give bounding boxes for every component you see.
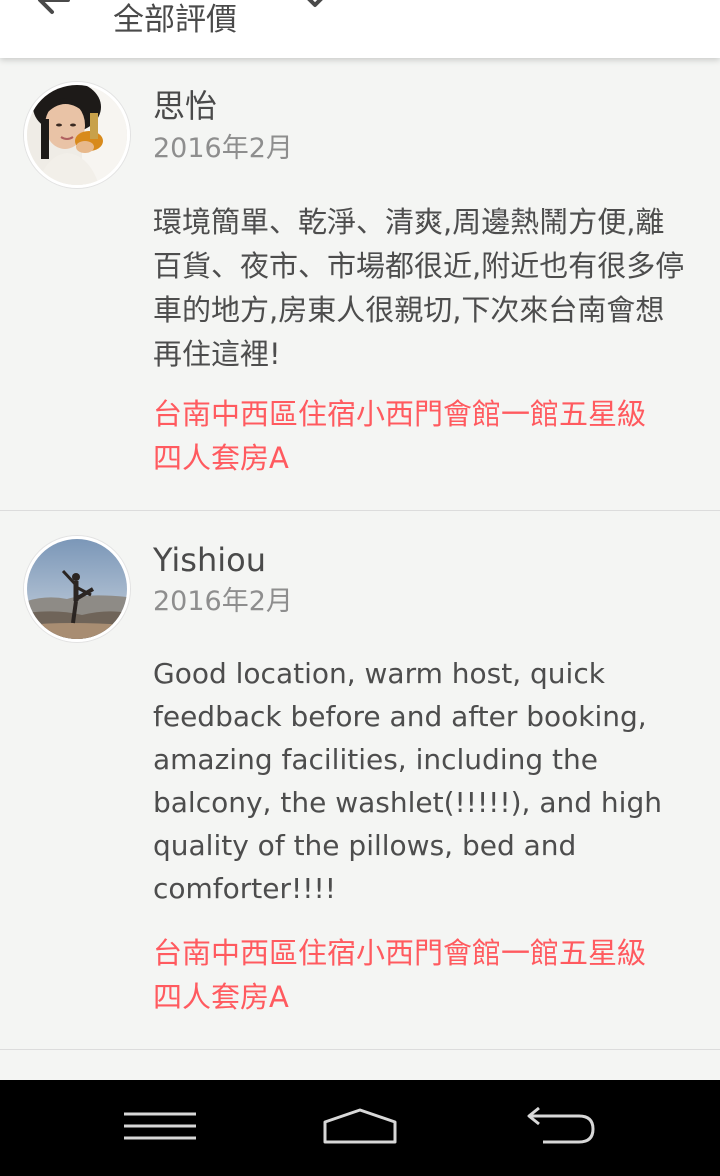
profile-photo [27, 539, 127, 639]
reviewer-avatar[interactable] [24, 82, 130, 188]
profile-photo [27, 85, 127, 185]
home-icon [323, 1108, 397, 1144]
review-text: Good location, warm host, quick feedback… [153, 657, 662, 905]
review-date: 2016年2月 [153, 586, 293, 617]
back-icon [527, 1106, 595, 1144]
nav-back-button[interactable] [515, 1102, 605, 1154]
review-text: 環境簡單、乾淨、清爽,周邊熱鬧方便,離百貨、夜市、市場都很近,附近也有很多停車的… [153, 205, 685, 371]
app-bar: 全部評價 [0, 0, 720, 58]
review-date: 2016年2月 [153, 133, 293, 164]
reviews-filter-title[interactable]: 全部評價 [113, 0, 237, 40]
arrow-left-icon [38, 0, 70, 14]
menu-icon [124, 1112, 196, 1140]
listing-link[interactable]: 台南中西區住宿小西門會館一館五星級四人套房A [153, 392, 673, 480]
review-item: Yishiou 2016年2月 Good location, warm host… [0, 511, 720, 1050]
reviewer-name: Yishiou [153, 541, 266, 579]
nav-menu-button[interactable] [115, 1102, 205, 1154]
review-item: 思怡 2016年2月 環境簡單、乾淨、清爽,周邊熱鬧方便,離百貨、夜市、市場都很… [0, 58, 720, 511]
back-button[interactable] [28, 0, 78, 22]
system-navigation-bar [0, 1080, 720, 1176]
reviewer-name: 思怡 [153, 87, 218, 125]
nav-home-button[interactable] [315, 1102, 405, 1154]
filter-dropdown[interactable] [300, 0, 330, 12]
listing-link[interactable]: 台南中西區住宿小西門會館一館五星級四人套房A [153, 931, 673, 1019]
chevron-down-icon [307, 0, 323, 7]
reviewer-avatar[interactable] [24, 536, 130, 642]
